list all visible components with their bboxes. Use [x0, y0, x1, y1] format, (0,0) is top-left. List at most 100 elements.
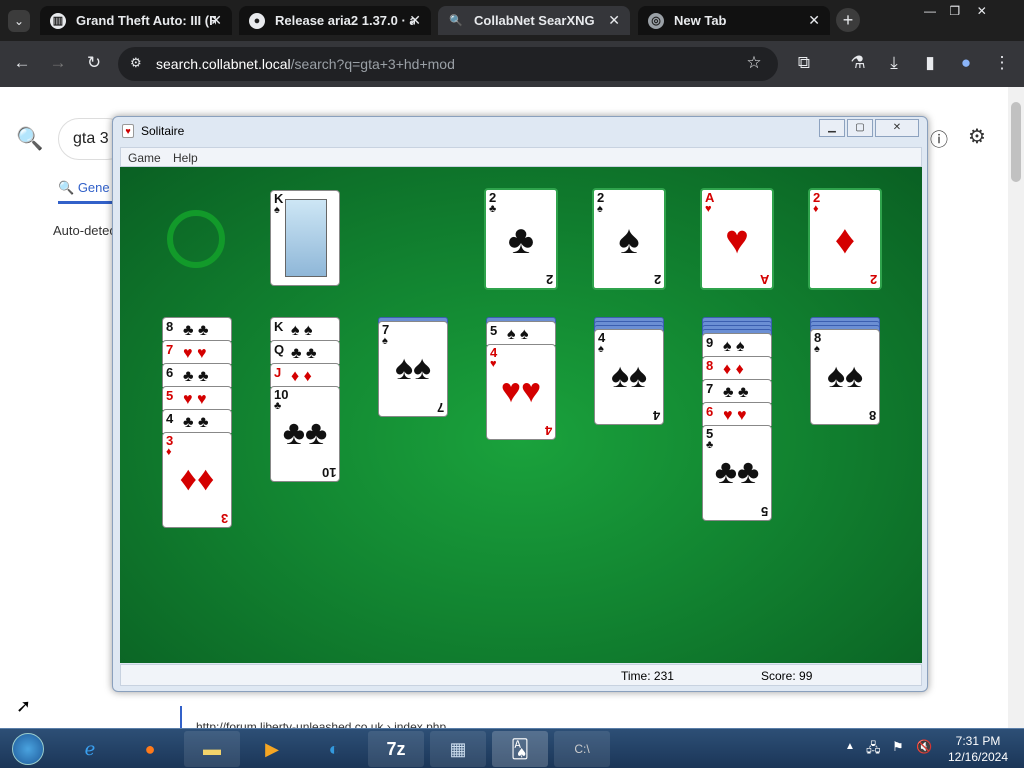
card-suit: ♠ — [814, 343, 820, 355]
system-clock[interactable]: 7:31 PM 12/16/2024 — [940, 733, 1016, 765]
address-bar[interactable]: ⚙ search.collabnet.local/search?q=gta+3+… — [118, 47, 778, 81]
tableau-card[interactable]: 5 ♥ ♥ — [162, 386, 232, 410]
tab-general-label: Gene — [77, 180, 110, 195]
card-rank-corner: 4 — [544, 423, 552, 438]
tableau-card[interactable]: K ♠ ♠ — [270, 317, 340, 341]
tableau-card-top[interactable]: 10 ♣ ♣♣ 10 — [270, 386, 340, 482]
back-icon[interactable]: ← — [10, 53, 34, 73]
mouse-cursor-icon: ➚ — [16, 696, 32, 716]
network-icon[interactable]: 🖧 — [866, 739, 881, 761]
forward-icon[interactable]: → — [46, 53, 70, 73]
tab-close-icon[interactable]: ✕ — [210, 12, 222, 29]
card-pip: ♠ ♠ — [723, 338, 745, 355]
tableau-card-top[interactable]: 4 ♠ ♠♠ 4 — [594, 329, 664, 425]
card-rank-corner: 2 — [869, 272, 877, 287]
tab-close-icon[interactable]: ✕ — [608, 12, 620, 29]
foundation-pile[interactable]: 2 ♠ ♠ 2 — [592, 188, 666, 290]
card-pip: ♣♣ — [714, 453, 760, 491]
minimize-icon[interactable]: — — [924, 4, 936, 18]
solitaire-titlebar[interactable]: ♥ Solitaire — [113, 117, 927, 145]
info-icon[interactable]: ⓘ — [930, 126, 948, 152]
tableau-card[interactable]: 5 ♠ ♠ — [486, 321, 556, 345]
tableau-card[interactable]: 7 ♣ ♣ — [702, 379, 772, 403]
tableau-card[interactable]: 4 ♣ ♣ — [162, 409, 232, 433]
foundation-pile[interactable]: 2 ♦ ♦ 2 — [808, 188, 882, 290]
menu-help[interactable]: Help — [173, 151, 198, 165]
waste-card[interactable]: K ♠ — [270, 190, 340, 286]
foundation-pile[interactable]: 2 ♣ ♣ 2 — [484, 188, 558, 290]
tab-new[interactable]: ◎ New Tab ✕ — [638, 6, 830, 35]
tableau-card[interactable]: 8 ♣ ♣ — [162, 317, 232, 341]
command-prompt-icon[interactable]: C:\ — [554, 731, 610, 767]
reload-icon[interactable]: ↻ — [82, 53, 106, 73]
site-info-icon[interactable]: ⚙ — [130, 55, 142, 71]
internet-explorer-icon[interactable]: ℯ — [62, 731, 118, 767]
download-icon[interactable]: ⤓ — [882, 53, 906, 73]
url-host: search.collabnet.local — [156, 56, 291, 72]
action-center-flag-icon[interactable]: ⚑ — [892, 739, 904, 755]
browser-tab-strip: ⌄ ▥ Grand Theft Auto: III (R ✕ ● Release… — [0, 0, 1024, 41]
show-hidden-icons[interactable]: ▲ — [845, 741, 855, 752]
new-tab-button[interactable]: + — [836, 8, 860, 32]
tab-search-button[interactable]: ⌄ — [8, 10, 30, 32]
volume-muted-icon[interactable]: 🔇 — [916, 739, 932, 755]
searxng-logo-icon[interactable]: 🔍 — [16, 126, 43, 152]
extensions-icon[interactable]: ⧉ — [792, 53, 816, 73]
minimize-button[interactable]: ▁ — [819, 119, 845, 137]
tab-aria2[interactable]: ● Release aria2 1.37.0 · a ✕ — [239, 6, 431, 35]
card-rank: Q — [274, 342, 285, 357]
start-button[interactable] — [2, 731, 54, 767]
menu-game[interactable]: Game — [128, 151, 161, 165]
foundation-pile[interactable]: A ♥ ♥ A — [700, 188, 774, 290]
tableau-card[interactable]: 9 ♠ ♠ — [702, 333, 772, 357]
close-button[interactable]: ✕ — [875, 119, 919, 137]
card-table[interactable]: K ♠ 2 ♣ ♣ 2 2 ♠ ♠ 2 A ♥ ♥ A 2 ♦ ♦ 2 8 ♣ ♣ 7 ♥ ♥ 6 ♣ ♣ 5 ♥ ♥ 4 ♣ … — [120, 167, 922, 663]
card-pip: ♥ — [725, 218, 749, 262]
labs-flask-icon[interactable]: ⚗ — [846, 53, 870, 73]
tab-close-icon[interactable]: ✕ — [808, 12, 820, 29]
tab-close-icon[interactable]: ✕ — [409, 12, 421, 29]
close-icon[interactable]: ✕ — [977, 4, 987, 18]
stock-empty-slot[interactable] — [167, 210, 225, 268]
tableau-card-top[interactable]: 5 ♣ ♣♣ 5 — [702, 425, 772, 521]
file-explorer-icon[interactable]: ▬ — [184, 731, 240, 767]
restore-icon[interactable]: ❐ — [949, 4, 960, 18]
tableau-card[interactable]: 6 ♥ ♥ — [702, 402, 772, 426]
tableau-card[interactable]: J ♦ ♦ — [270, 363, 340, 387]
tableau-card-top[interactable]: 4 ♥ ♥♥ 4 — [486, 344, 556, 440]
menu-dots-icon[interactable]: ⋮ — [990, 53, 1014, 73]
profile-avatar-icon[interactable]: ● — [954, 53, 978, 73]
tableau-card[interactable]: 6 ♣ ♣ — [162, 363, 232, 387]
wikipedia-icon: ▥ — [50, 12, 66, 29]
tableau-card-top[interactable]: 3 ♦ ♦♦ 3 — [162, 432, 232, 528]
card-pip: ♥♥ — [500, 372, 542, 410]
tableau-card-top[interactable]: 8 ♠ ♠♠ 8 — [810, 329, 880, 425]
7zip-icon[interactable]: 7z — [368, 731, 424, 767]
github-icon: ● — [249, 12, 265, 29]
card-rank: 6 — [706, 404, 714, 419]
network-app-icon[interactable]: ◐ — [306, 731, 362, 767]
bookmark-star-icon[interactable]: ☆ — [742, 53, 766, 73]
media-player-icon[interactable]: ▶ — [244, 731, 300, 767]
card-pip: ♦♦ — [179, 460, 215, 498]
window-controls: — ❐ ✕ — [924, 4, 987, 18]
tab-general[interactable]: 🔍 Gene — [58, 180, 110, 196]
side-panel-icon[interactable]: ▮ — [918, 53, 942, 73]
card-pip: ♦ ♦ — [723, 361, 744, 378]
tab-gta[interactable]: ▥ Grand Theft Auto: III (R ✕ — [40, 6, 232, 35]
status-bar: Time: 231 Score: 99 — [120, 664, 922, 686]
tab-searxng[interactable]: 🔍 CollabNet SearXNG ✕ — [438, 6, 630, 35]
page-scrollbar[interactable] — [1008, 87, 1024, 728]
tableau-card[interactable]: Q ♣ ♣ — [270, 340, 340, 364]
tableau-card[interactable]: 8 ♦ ♦ — [702, 356, 772, 380]
tableau-card[interactable]: 7 ♥ ♥ — [162, 340, 232, 364]
control-panel-icon[interactable]: ▦ — [430, 731, 486, 767]
maximize-button[interactable]: ▢ — [847, 119, 873, 137]
tableau-card-top[interactable]: 7 ♠ ♠♠ 7 — [378, 321, 448, 417]
scrollbar-thumb[interactable] — [1011, 102, 1021, 182]
solitaire-taskbar-icon[interactable]: 🂡 — [492, 731, 548, 767]
settings-gear-icon[interactable]: ⚙ — [968, 124, 986, 149]
card-suit: ♥ — [490, 358, 497, 370]
firefox-icon[interactable]: ● — [122, 731, 178, 767]
card-rank: K — [274, 319, 284, 334]
